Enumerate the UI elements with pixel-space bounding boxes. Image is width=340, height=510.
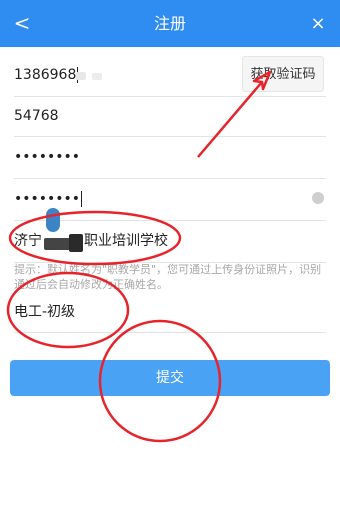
- password-field[interactable]: ••••••••: [14, 136, 326, 179]
- phone-value: 1386968: [14, 67, 79, 83]
- get-verification-code-button[interactable]: 获取验证码: [242, 56, 324, 92]
- clear-icon[interactable]: [312, 192, 324, 204]
- school-value: 济宁 职业培训学校: [14, 233, 168, 249]
- redacted-school-name: [46, 208, 60, 232]
- verification-code-value: 54768: [14, 108, 59, 124]
- text-cursor: [81, 191, 83, 207]
- redacted-digits: [92, 73, 102, 80]
- name-hint-text: 提示：默认姓名为"职教学员"，您可通过上传身份证照片，识别通过后会自动修改为正确…: [14, 263, 322, 291]
- course-field[interactable]: 电工-初级: [14, 292, 326, 333]
- school-field[interactable]: 济宁 职业培训学校: [14, 208, 326, 263]
- submit-button[interactable]: 提交: [10, 360, 330, 396]
- close-icon[interactable]: ×: [306, 0, 330, 47]
- page-title: 注册: [153, 14, 186, 33]
- top-bar: < 注册 ×: [0, 0, 340, 47]
- redacted-school-name: [69, 234, 83, 252]
- confirm-password-field[interactable]: ••••••••: [14, 178, 326, 221]
- redacted-digits: [76, 72, 86, 80]
- verification-code-field[interactable]: 54768: [14, 96, 326, 137]
- course-value: 电工-初级: [14, 304, 76, 320]
- password-value: ••••••••: [14, 149, 81, 165]
